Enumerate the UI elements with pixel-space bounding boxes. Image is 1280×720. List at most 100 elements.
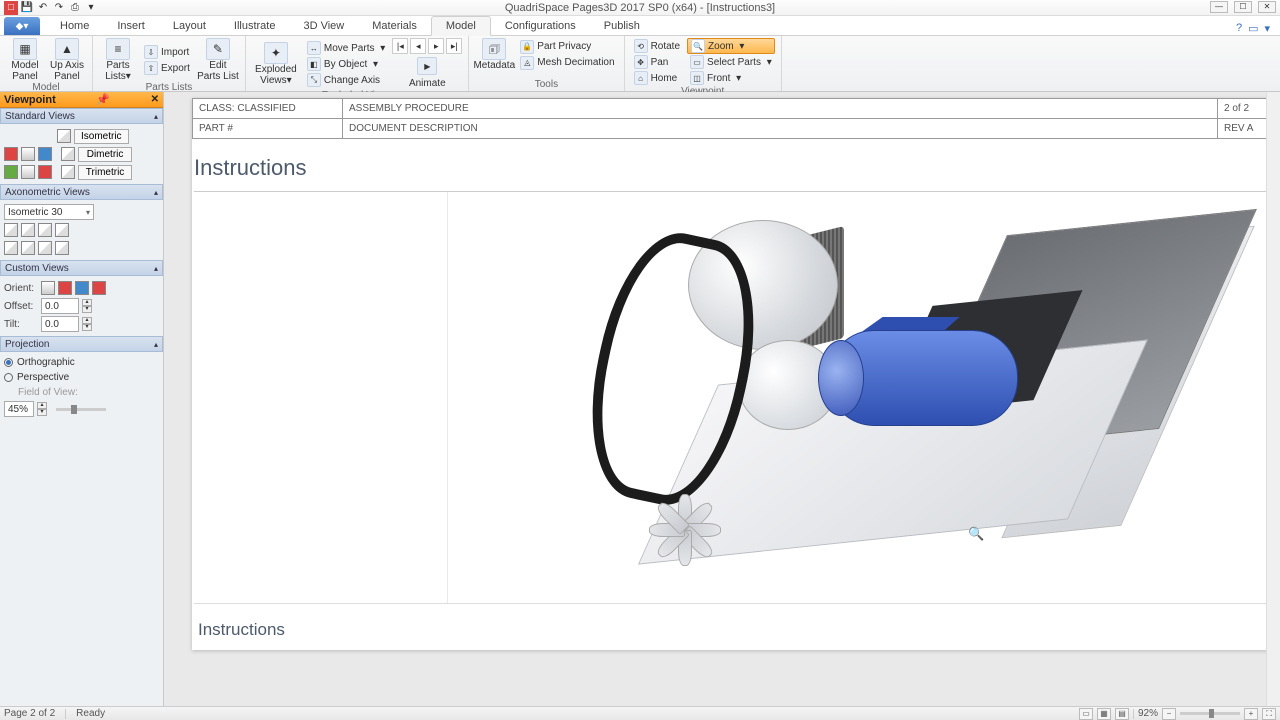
zoom-in-button[interactable]: +	[1244, 708, 1258, 720]
model-panel-button[interactable]: ▦Model Panel	[6, 38, 44, 82]
tab-illustrate[interactable]: Illustrate	[220, 17, 290, 35]
anim-first-icon[interactable]: |◂	[392, 38, 408, 54]
metadata-button[interactable]: 🗊Metadata	[475, 38, 513, 72]
section-custom-views[interactable]: Custom Views▴	[0, 260, 163, 276]
isometric-button[interactable]: Isometric	[74, 129, 129, 144]
orient-cube-2[interactable]	[58, 281, 72, 295]
application-button[interactable]: ◆▾	[4, 17, 40, 35]
exploded-views-button[interactable]: ✦Exploded Views▾	[252, 42, 300, 86]
tab-publish[interactable]: Publish	[590, 17, 654, 35]
front-button[interactable]: ◫Front ▾	[687, 70, 775, 86]
section-standard-views[interactable]: Standard Views▴	[0, 108, 163, 124]
orient-cube-4[interactable]	[92, 281, 106, 295]
anim-last-icon[interactable]: ▸|	[446, 38, 462, 54]
change-axis-button[interactable]: ⤡Change Axis	[304, 72, 388, 88]
zoom-slider[interactable]	[1180, 712, 1240, 715]
axon-cube-3[interactable]	[38, 223, 52, 237]
home-button[interactable]: ⌂Home	[631, 70, 683, 86]
part-privacy-button[interactable]: 🔒Part Privacy	[517, 39, 617, 55]
parts-lists-button[interactable]: ≡Parts Lists▾	[99, 38, 137, 82]
tri-cube-icon[interactable]	[61, 165, 75, 179]
mesh-decimation-button[interactable]: ◬Mesh Decimation	[517, 55, 617, 71]
ribbon-help-dd-icon[interactable]: ▾	[1264, 22, 1270, 35]
tab-3dview[interactable]: 3D View	[289, 17, 358, 35]
bottom-cube-icon[interactable]	[21, 165, 35, 179]
close-button[interactable]: ✕	[1258, 1, 1276, 13]
zoom-button[interactable]: 🔍Zoom ▾	[687, 38, 775, 54]
tab-materials[interactable]: Materials	[358, 17, 431, 35]
tab-model[interactable]: Model	[431, 16, 491, 36]
tab-configurations[interactable]: Configurations	[491, 17, 590, 35]
offset-spinner[interactable]: ▴▾	[82, 299, 92, 313]
hdr-title: ASSEMBLY PROCEDURE	[343, 99, 1218, 119]
tilt-input[interactable]: 0.0	[41, 316, 79, 332]
pan-button[interactable]: ✥Pan	[631, 54, 683, 70]
up-axis-button[interactable]: ▲Up Axis Panel	[48, 38, 86, 82]
fov-slider[interactable]	[56, 408, 106, 411]
dim-cube-icon[interactable]	[61, 147, 75, 161]
orient-cube-3[interactable]	[75, 281, 89, 295]
fov-spinner[interactable]: ▴▾	[37, 402, 47, 416]
rotate-button[interactable]: ⟲Rotate	[631, 38, 683, 54]
orient-label: Orient:	[4, 283, 38, 294]
axon-preset-combo[interactable]: Isometric 30▾	[4, 204, 94, 220]
back-cube-icon[interactable]	[4, 165, 18, 179]
section-axon-views[interactable]: Axonometric Views▴	[0, 184, 163, 200]
view-mode-1-icon[interactable]: ▭	[1079, 708, 1093, 720]
view-mode-3-icon[interactable]: ▤	[1115, 708, 1129, 720]
tab-insert[interactable]: Insert	[103, 17, 159, 35]
edit-parts-list-button[interactable]: ✎Edit Parts List	[197, 38, 239, 82]
view-mode-2-icon[interactable]: ▦	[1097, 708, 1111, 720]
hdr-class: CLASS: CLASSIFIED	[193, 99, 343, 119]
tab-layout[interactable]: Layout	[159, 17, 220, 35]
help-icon[interactable]: ?	[1236, 22, 1242, 35]
ribbon-minimize-icon[interactable]: ▭	[1248, 22, 1258, 35]
top-cube-icon[interactable]	[21, 147, 35, 161]
3d-viewport[interactable]: 🔍	[448, 192, 1280, 603]
axon-cube-6[interactable]	[21, 241, 35, 255]
axon-cube-8[interactable]	[55, 241, 69, 255]
panel-pin-icon[interactable]: 📌	[96, 93, 110, 106]
orient-cube-1[interactable]	[41, 281, 55, 295]
qat-undo-icon[interactable]: ↶	[36, 1, 50, 15]
anim-next-icon[interactable]: ▸	[428, 38, 444, 54]
qat-more-icon[interactable]: ▾	[84, 1, 98, 15]
offset-input[interactable]: 0.0	[41, 298, 79, 314]
front-cube-icon[interactable]	[4, 147, 18, 161]
dimetric-button[interactable]: Dimetric	[78, 147, 132, 162]
anim-prev-icon[interactable]: ◂	[410, 38, 426, 54]
side-cube-icon[interactable]	[38, 147, 52, 161]
maximize-button[interactable]: ☐	[1234, 1, 1252, 13]
by-object-button[interactable]: ◧By Object ▾	[304, 56, 388, 72]
move-parts-button[interactable]: ↔Move Parts ▾	[304, 40, 388, 56]
import-button[interactable]: ⇩Import	[141, 44, 193, 60]
fov-input[interactable]: 45%	[4, 401, 34, 417]
minimize-button[interactable]: —	[1210, 1, 1228, 13]
axon-cube-7[interactable]	[38, 241, 52, 255]
projection-body: Orthographic Perspective Field of View: …	[0, 352, 163, 421]
qat-app-icon[interactable]: □	[4, 1, 18, 15]
tilt-spinner[interactable]: ▴▾	[82, 317, 92, 331]
animate-button[interactable]: ▶Animate	[406, 56, 449, 90]
vertical-scrollbar[interactable]	[1266, 92, 1280, 706]
select-parts-button[interactable]: ▭Select Parts ▾	[687, 54, 775, 70]
footer-title: Instructions	[198, 620, 285, 640]
tab-home[interactable]: Home	[46, 17, 103, 35]
ortho-radio[interactable]: Orthographic	[4, 355, 159, 370]
iso-cube-icon[interactable]	[57, 129, 71, 143]
qat-redo-icon[interactable]: ↷	[52, 1, 66, 15]
zoom-out-button[interactable]: −	[1162, 708, 1176, 720]
section-projection[interactable]: Projection▴	[0, 336, 163, 352]
left-cube-icon[interactable]	[38, 165, 52, 179]
trimetric-button[interactable]: Trimetric	[78, 165, 132, 180]
axon-cube-4[interactable]	[55, 223, 69, 237]
zoom-fit-button[interactable]: ⛶	[1262, 708, 1276, 720]
persp-radio[interactable]: Perspective	[4, 370, 159, 385]
export-button[interactable]: ⇧Export	[141, 60, 193, 76]
axon-cube-2[interactable]	[21, 223, 35, 237]
qat-print-icon[interactable]: ⎙	[68, 1, 82, 15]
panel-close-icon[interactable]: ✕	[151, 94, 159, 105]
qat-save-icon[interactable]: 💾	[20, 1, 34, 15]
axon-cube-1[interactable]	[4, 223, 18, 237]
axon-cube-5[interactable]	[4, 241, 18, 255]
